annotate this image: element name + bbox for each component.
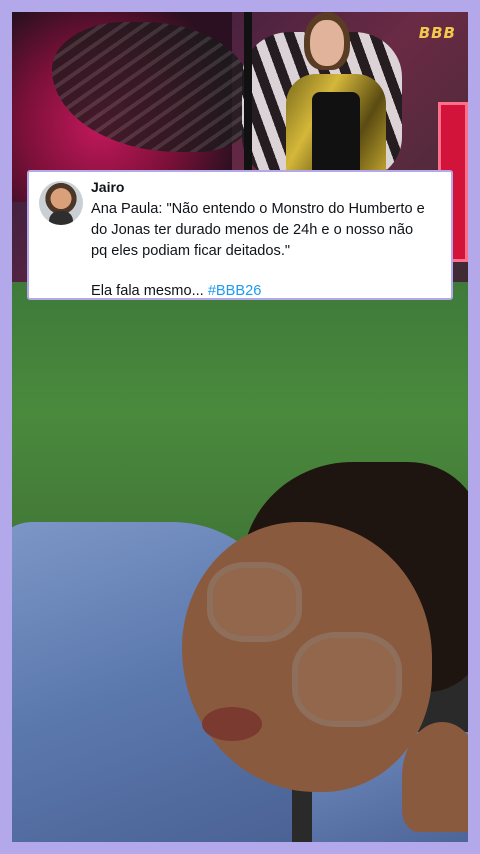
glasses-icon <box>207 562 302 642</box>
tweet-card: Jairo Ana Paula: "Não entendo o Monstro … <box>27 170 453 300</box>
tweet-footer: Ela fala mesmo... #BBB26 <box>91 283 441 299</box>
tweet-text: Ana Paula: "Não entendo o Monstro do Hum… <box>91 199 441 262</box>
tweet-text-line: pq eles podiam ficar deitados." <box>91 243 291 259</box>
user-avatar-icon <box>39 181 83 225</box>
tweet-text-line: do Jonas ter durado menos de 24h e o nos… <box>91 222 414 238</box>
tweet-footer-text: Ela fala mesmo... <box>91 283 204 299</box>
tweet-author: Jairo <box>91 179 125 195</box>
pole <box>244 12 252 182</box>
hashtag-link[interactable]: #BBB26 <box>208 283 262 299</box>
person-lying <box>12 462 468 842</box>
tweet-text-line: Ana Paula: "Não entendo o Monstro do Hum… <box>91 201 425 217</box>
person-standing <box>282 12 392 182</box>
video-frame: BBB <box>12 12 468 842</box>
channel-logo: BBB <box>418 24 456 42</box>
